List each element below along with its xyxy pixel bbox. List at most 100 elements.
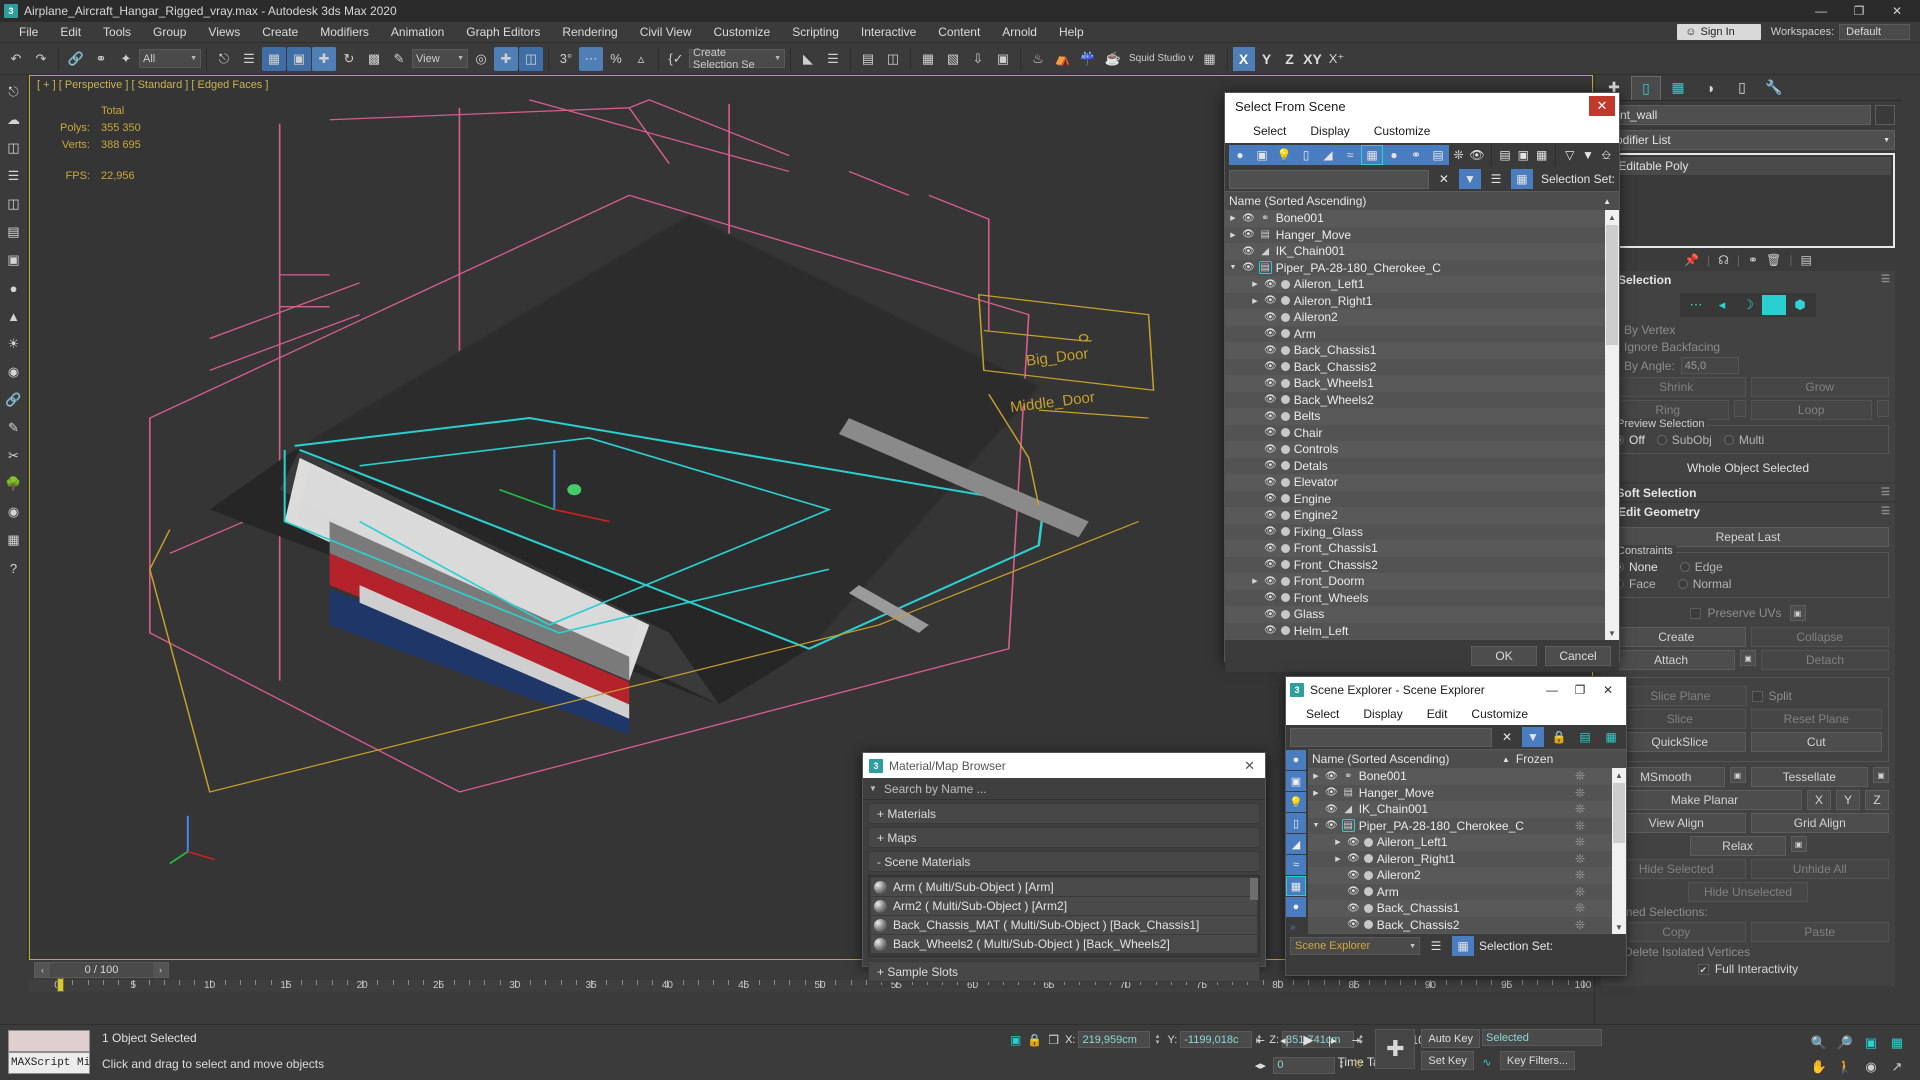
maxscript-mini-listener[interactable]: MAXScript Mi	[8, 1030, 90, 1076]
select-and-move-icon[interactable]: ✚	[312, 46, 336, 71]
make-planar-button[interactable]: Make Planar	[1607, 790, 1802, 810]
named-selection-sets-icon[interactable]: {✓	[664, 47, 688, 71]
tree-row[interactable]: 👁 Back_Chassis1 ❊	[1308, 900, 1626, 917]
unhide-all-button[interactable]: Unhide All	[1750, 859, 1889, 879]
expand-tree-icon[interactable]: ▤	[1574, 727, 1596, 747]
mm-search-row[interactable]: ▼ Search by Name ...	[863, 778, 1265, 800]
visibility-eye-icon[interactable]: 👁	[1264, 444, 1277, 455]
expand-toggle-icon[interactable]: ▶	[1250, 297, 1260, 305]
constraint-face-radio[interactable]: Face	[1614, 577, 1656, 591]
ring-button[interactable]: Ring	[1607, 400, 1729, 420]
expand-toggle-icon[interactable]: ▶	[1250, 280, 1260, 288]
se-filter-shapes-icon[interactable]: ▣	[1286, 771, 1306, 791]
constraint-edge-radio[interactable]: Edge	[1679, 560, 1723, 574]
configure-sets-icon[interactable]: ▤	[1800, 253, 1811, 267]
sfs-menu-display[interactable]: Display	[1298, 122, 1361, 140]
render-iterative-icon[interactable]: ☕	[1101, 47, 1125, 71]
time-slider-handle[interactable]	[57, 978, 64, 992]
relax-settings-icon[interactable]: ▣	[1790, 836, 1807, 852]
go-to-end-icon[interactable]: ⇥	[1345, 1029, 1367, 1051]
visibility-eye-icon[interactable]: 👁	[1264, 609, 1277, 620]
tree-row[interactable]: ▶ 👁 ⚭ Bone001	[1225, 210, 1619, 227]
make-unique-icon[interactable]: ⚭	[1748, 253, 1758, 267]
edge-level-icon[interactable]: ◂	[1710, 295, 1734, 315]
tree-row[interactable]: ▶ 👁 Front_Doorm	[1225, 573, 1619, 590]
material-editor-icon[interactable]: ▣	[991, 47, 1015, 71]
cloud-icon[interactable]: ☁	[3, 109, 25, 131]
menu-content[interactable]: Content	[927, 22, 991, 42]
material-list-item[interactable]: Arm ( Multi/Sub-Object ) [Arm]	[871, 878, 1257, 896]
make-planar-y-button[interactable]: Y	[1836, 790, 1860, 810]
se-sort-arrow-icon[interactable]: ▲	[1502, 755, 1516, 764]
tree-row[interactable]: ▶ 👁 Aileron_Left1	[1225, 276, 1619, 293]
expand-toggle-icon[interactable]: ▼	[1228, 264, 1238, 271]
preserve-uvs-checkbox[interactable]: Preserve UVs	[1690, 606, 1782, 620]
axis-z-button[interactable]: Z	[1279, 47, 1301, 71]
visibility-eye-icon[interactable]: 👁	[1325, 787, 1338, 798]
select-and-manipulate-icon[interactable]: ✚	[494, 46, 518, 71]
select-and-rotate-icon[interactable]: ↻	[337, 47, 361, 71]
se-menu-edit[interactable]: Edit	[1415, 705, 1460, 723]
filter-lights-icon[interactable]: 💡	[1273, 145, 1295, 165]
filter-groups-icon[interactable]: ▦	[1361, 145, 1383, 165]
sfs-column-header[interactable]: Name (Sorted Ascending) ▲	[1225, 191, 1619, 210]
visibility-eye-icon[interactable]: 👁	[1264, 559, 1277, 570]
key-mode-toggle-icon[interactable]: ◂▸	[1249, 1054, 1271, 1076]
layer-explorer-icon[interactable]: ▤	[856, 47, 880, 71]
se-filter-space-warps-icon[interactable]: ≈	[1286, 855, 1306, 875]
visibility-eye-icon[interactable]: 👁	[1325, 820, 1338, 831]
hide-selected-button[interactable]: Hide Selected	[1607, 859, 1746, 879]
brush-icon[interactable]: ✎	[3, 417, 25, 439]
selection-set-toggle-icon[interactable]: ▦	[1510, 169, 1533, 189]
window-crossing-icon[interactable]: ▣	[287, 46, 311, 71]
material-list-item[interactable]: Arm2 ( Multi/Sub-Object ) [Arm2]	[871, 897, 1257, 915]
tessellate-settings-icon[interactable]: ▣	[1873, 767, 1889, 783]
set-keys-button[interactable]: ✚	[1375, 1029, 1416, 1069]
tree-row[interactable]: 👁 Aileron2 ❊	[1308, 867, 1626, 884]
unlink-selection-icon[interactable]: ⚭	[89, 47, 113, 71]
se-filter-lights-icon[interactable]: 💡	[1286, 792, 1306, 812]
tree-row[interactable]: 👁 Front_Wheels	[1225, 589, 1619, 606]
scroll-down-icon[interactable]: ▼	[1605, 626, 1619, 640]
scene-explorer-dialog[interactable]: 3 Scene Explorer - Scene Explorer — ❐ ✕ …	[1285, 676, 1627, 976]
visibility-eye-icon[interactable]: 👁	[1264, 576, 1277, 587]
modifier-stack[interactable]: ▶ Editable Poly	[1601, 153, 1895, 248]
maximize-button[interactable]: ❐	[1840, 0, 1878, 22]
constraint-normal-radio[interactable]: Normal	[1677, 577, 1731, 591]
document-icon[interactable]: ◫	[3, 193, 25, 215]
sfs-close-button[interactable]: ✕	[1589, 96, 1615, 116]
sfs-ok-button[interactable]: OK	[1471, 646, 1537, 666]
expand-toggle-icon[interactable]: ▶	[1228, 231, 1238, 239]
select-and-scale-icon[interactable]: ▩	[362, 47, 386, 71]
reference-coordinate-system-select[interactable]: View ▼	[412, 49, 468, 68]
visibility-eye-icon[interactable]: 👁	[1264, 460, 1277, 471]
search-filter-icon[interactable]: ▼	[1458, 169, 1481, 189]
menu-file[interactable]: File	[8, 22, 49, 42]
se-explorer-select[interactable]: Scene Explorer ▼	[1290, 937, 1420, 955]
visibility-eye-icon[interactable]: 👁	[1325, 804, 1338, 815]
pin-stack-dialog-icon[interactable]: ⎒	[1598, 145, 1615, 165]
menu-customize[interactable]: Customize	[703, 22, 782, 42]
sort-arrow-icon[interactable]: ▲	[1603, 197, 1619, 206]
visibility-eye-icon[interactable]: 👁	[1264, 411, 1277, 422]
zoom-region-icon[interactable]: ▦	[1884, 1031, 1910, 1055]
key-filter-curve-icon[interactable]: ∿	[1476, 1051, 1498, 1073]
material-list-item[interactable]: Back_Wheels2 ( Multi/Sub-Object ) [Back_…	[871, 935, 1257, 953]
menu-arnold[interactable]: Arnold	[991, 22, 1048, 42]
tree-row[interactable]: 👁 Detals	[1225, 457, 1619, 474]
axis-cycle-icon[interactable]: X⁺	[1325, 47, 1349, 71]
hide-unselected-button[interactable]: Hide Unselected	[1688, 882, 1808, 902]
menu-rendering[interactable]: Rendering	[551, 22, 628, 42]
square-icon[interactable]: ▣	[3, 249, 25, 271]
mm-section-scene-materials[interactable]: - Scene Materials	[868, 851, 1260, 872]
menu-scripting[interactable]: Scripting	[781, 22, 850, 42]
filter-hidden-icon[interactable]: 👁	[1468, 145, 1485, 165]
play-animation-icon[interactable]: ▶	[1297, 1029, 1319, 1051]
delete-modifier-icon[interactable]: 🗑	[1766, 253, 1781, 267]
spinner-snap-toggle-icon[interactable]: %	[604, 47, 628, 71]
tree-row[interactable]: 👁 Back_Chassis1	[1225, 342, 1619, 359]
show-end-result-icon[interactable]: ☊	[1718, 253, 1729, 267]
select-and-link-icon[interactable]: 🔗	[64, 47, 88, 71]
box-icon[interactable]: ◫	[3, 137, 25, 159]
expand-toggle-icon[interactable]: ▶	[1311, 772, 1321, 780]
